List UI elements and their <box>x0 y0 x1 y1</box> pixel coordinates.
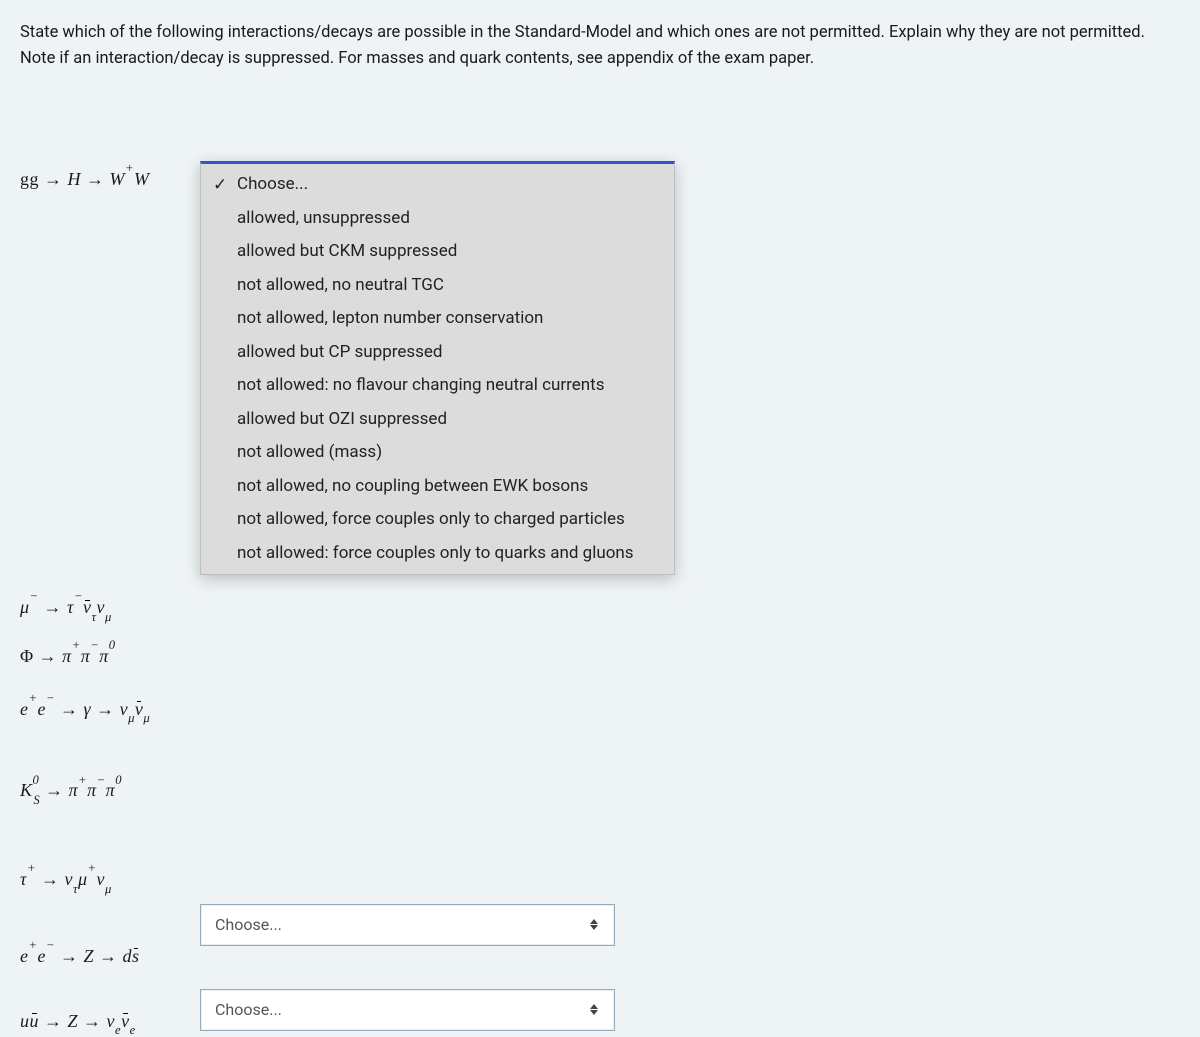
option-lepton-number[interactable]: not allowed, lepton number conservation <box>201 302 674 336</box>
formula-2: μ−→τ−ντνμ <box>20 595 200 622</box>
option-ozi-suppressed[interactable]: allowed but OZI suppressed <box>201 403 674 437</box>
select-placeholder: Choose... <box>215 915 282 934</box>
answer-select-1-open[interactable]: ✓Choose... allowed, unsuppressed allowed… <box>200 161 675 575</box>
select-placeholder: Choose... <box>215 1000 282 1019</box>
option-mass[interactable]: not allowed (mass) <box>201 436 674 470</box>
formula-8: uu→Z→νeνe <box>20 1011 200 1036</box>
answer-select-8[interactable]: Choose... <box>200 989 615 1031</box>
chevron-updown-icon <box>590 1003 600 1017</box>
formula-3: Φ→π+π−π0 <box>20 644 200 667</box>
option-ewk-bosons[interactable]: not allowed, no coupling between EWK bos… <box>201 470 674 504</box>
option-charged-only[interactable]: not allowed, force couples only to charg… <box>201 503 674 537</box>
question-text: State which of the following interaction… <box>20 20 1180 71</box>
formula-5: K0S→π+π−π0 <box>20 778 200 805</box>
option-choose[interactable]: ✓Choose... <box>201 168 674 202</box>
option-cp-suppressed[interactable]: allowed but CP suppressed <box>201 336 674 370</box>
answer-select-7[interactable]: Choose... <box>200 904 615 946</box>
chevron-updown-icon <box>590 918 600 932</box>
check-icon: ✓ <box>213 173 227 199</box>
option-allowed-unsuppressed[interactable]: allowed, unsuppressed <box>201 202 674 236</box>
option-quarks-gluons[interactable]: not allowed: force couples only to quark… <box>201 537 674 571</box>
formula-6: τ+→ντμ+νμ <box>20 867 200 894</box>
option-ckm-suppressed[interactable]: allowed but CKM suppressed <box>201 235 674 269</box>
formula-7: e+e−→Z→ds <box>20 944 200 967</box>
option-fcnc[interactable]: not allowed: no flavour changing neutral… <box>201 369 674 403</box>
option-no-neutral-tgc[interactable]: not allowed, no neutral TGC <box>201 269 674 303</box>
formula-1: gg→H→W+W <box>20 161 200 190</box>
